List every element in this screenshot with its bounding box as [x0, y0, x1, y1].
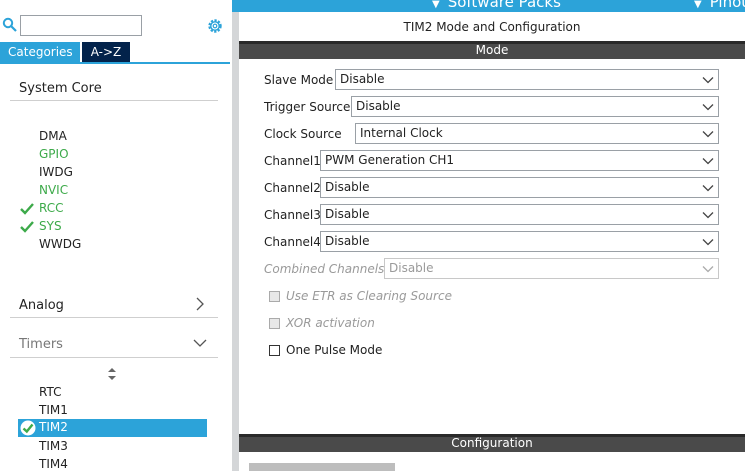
clock-source-label: Clock Source — [264, 127, 342, 141]
clock-source-select[interactable]: Internal Clock — [355, 123, 719, 144]
panel-splitter[interactable] — [232, 12, 239, 471]
chevron-down-icon — [702, 266, 714, 273]
divider — [10, 100, 218, 101]
tab-categories[interactable]: Categories — [0, 42, 80, 62]
use-etr-label: Use ETR as Clearing Source — [286, 289, 452, 303]
check-icon — [20, 221, 34, 233]
use-etr-checkbox — [269, 291, 280, 302]
categories-panel: Categories A->Z System Core DMA GPIO IWD… — [0, 0, 232, 471]
pinout-menu[interactable]: ▼ Pinout — [694, 0, 745, 11]
top-menu-bar: ▼ Software Packs ▼ Pinout — [232, 0, 745, 12]
divider — [10, 317, 218, 318]
list-item-rtc[interactable]: RTC — [39, 385, 61, 399]
list-item-label: TIM2 — [39, 420, 68, 434]
configuration-section-header: Configuration — [239, 434, 745, 452]
channel4-select[interactable]: Disable — [320, 231, 719, 252]
chevron-down-icon — [702, 158, 714, 165]
list-item-iwdg[interactable]: IWDG — [39, 165, 73, 179]
list-item-wwdg[interactable]: WWDG — [39, 237, 81, 251]
analog-header[interactable]: Analog — [19, 298, 64, 313]
pinout-label: Pinout — [709, 0, 745, 11]
chevron-down-icon[interactable] — [193, 336, 207, 350]
timers-header[interactable]: Timers — [19, 337, 63, 352]
sort-icon[interactable] — [107, 368, 117, 380]
system-core-header[interactable]: System Core — [19, 81, 102, 96]
list-item-gpio[interactable]: GPIO — [39, 147, 69, 161]
channel4-label: Channel4 — [264, 235, 321, 249]
chevron-down-icon — [702, 239, 714, 246]
chevron-down-icon — [702, 77, 714, 84]
combined-channels-label: Combined Channels — [264, 262, 385, 276]
mode-configuration-panel: TIM2 Mode and Configuration Mode Slave M… — [239, 12, 745, 471]
chevron-down-icon — [702, 104, 714, 111]
channel2-select[interactable]: Disable — [320, 177, 719, 198]
one-pulse-mode-checkbox[interactable] — [269, 345, 280, 356]
trigger-source-label: Trigger Source — [264, 100, 351, 114]
select-value: Disable — [356, 99, 401, 113]
slave-mode-label: Slave Mode — [264, 73, 334, 87]
list-item-tim3[interactable]: TIM3 — [39, 439, 68, 453]
list-item-nvic[interactable]: NVIC — [39, 183, 68, 197]
combined-channels-select: Disable — [384, 258, 719, 279]
channel3-label: Channel3 — [264, 208, 321, 222]
check-icon — [20, 203, 34, 215]
list-item-tim1[interactable]: TIM1 — [39, 403, 68, 417]
list-item-dma[interactable]: DMA — [39, 129, 67, 143]
list-item-tim2-selected[interactable]: TIM2 — [18, 419, 207, 437]
trigger-source-select[interactable]: Disable — [351, 96, 719, 117]
tab-a-to-z[interactable]: A->Z — [82, 42, 130, 62]
tab-underline — [0, 62, 230, 64]
list-item-tim4[interactable]: TIM4 — [39, 457, 68, 471]
list-item-rcc[interactable]: RCC — [39, 201, 64, 215]
software-packs-menu[interactable]: ▼ Software Packs — [432, 0, 561, 11]
chevron-down-icon: ▼ — [694, 0, 702, 10]
configuration-tab-stub[interactable] — [249, 463, 395, 471]
list-item-sys[interactable]: SYS — [39, 219, 62, 233]
chevron-down-icon — [702, 212, 714, 219]
category-tabs: Categories A->Z — [0, 42, 232, 62]
mode-section-label: Mode — [475, 43, 509, 57]
xor-activation-label: XOR activation — [286, 316, 375, 330]
select-value: Disable — [325, 207, 370, 221]
channel1-select[interactable]: PWM Generation CH1 — [320, 150, 719, 171]
xor-activation-checkbox — [269, 318, 280, 329]
slave-mode-select[interactable]: Disable — [335, 69, 719, 90]
channel1-label: Channel1 — [264, 154, 321, 168]
one-pulse-mode-label[interactable]: One Pulse Mode — [286, 343, 382, 357]
select-value: Disable — [325, 234, 370, 248]
search-row — [0, 13, 232, 39]
search-icon[interactable] — [2, 17, 18, 33]
select-value: Disable — [325, 180, 370, 194]
software-packs-label: Software Packs — [447, 0, 561, 11]
panel-title: TIM2 Mode and Configuration — [403, 20, 581, 34]
chevron-right-icon[interactable] — [193, 297, 207, 311]
channel2-label: Channel2 — [264, 181, 321, 195]
mode-section-header: Mode — [239, 41, 745, 59]
divider — [10, 357, 218, 358]
select-value: Disable — [389, 261, 434, 275]
select-value: Internal Clock — [360, 126, 443, 140]
chevron-down-icon — [702, 131, 714, 138]
gear-icon[interactable] — [206, 17, 224, 35]
channel3-select[interactable]: Disable — [320, 204, 719, 225]
chevron-down-icon — [702, 185, 714, 192]
check-circle-icon — [20, 420, 36, 436]
search-input[interactable] — [20, 15, 142, 36]
select-value: Disable — [340, 72, 385, 86]
configuration-section-label: Configuration — [451, 436, 533, 450]
select-value: PWM Generation CH1 — [325, 153, 455, 167]
chevron-down-icon: ▼ — [432, 0, 440, 10]
